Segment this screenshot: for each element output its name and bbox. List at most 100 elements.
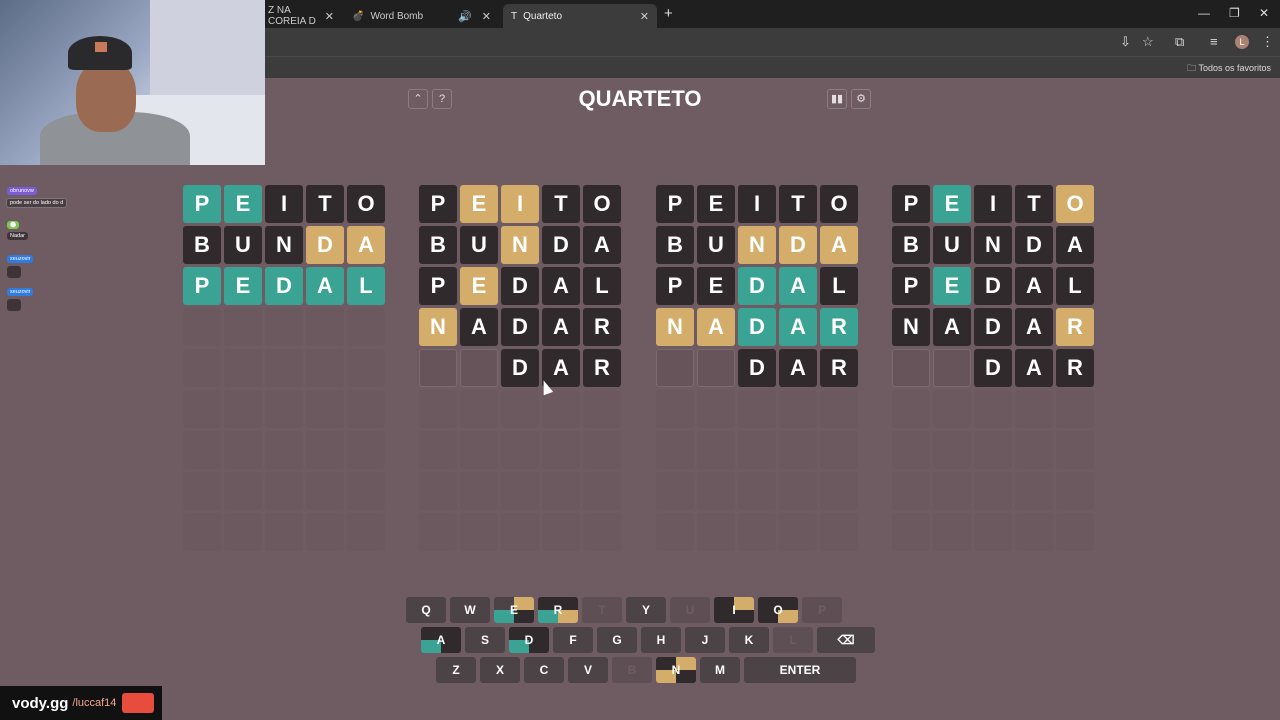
- board-row: [656, 513, 861, 551]
- letter-tile: D: [265, 267, 303, 305]
- all-bookmarks-folder[interactable]: 🗀 Todos os favoritos: [1187, 61, 1271, 77]
- help-button[interactable]: ?: [432, 89, 452, 109]
- letter-tile: T: [1015, 185, 1053, 223]
- key-w[interactable]: W: [450, 597, 490, 623]
- letter-tile: [224, 349, 262, 387]
- letter-tile: E: [460, 267, 498, 305]
- key-j[interactable]: J: [685, 627, 725, 653]
- board-row: [183, 431, 388, 469]
- letter-tile: [347, 308, 385, 346]
- key-o[interactable]: O: [758, 597, 798, 623]
- letter-tile: [306, 513, 344, 551]
- key-p[interactable]: P: [802, 597, 842, 623]
- key-color-quadrant: [714, 597, 734, 610]
- minimize-icon[interactable]: —: [1198, 6, 1210, 20]
- letter-tile: R: [583, 349, 621, 387]
- key-label: E: [509, 603, 518, 617]
- letter-tile: [892, 513, 930, 551]
- letter-tile: D: [501, 349, 539, 387]
- key-a[interactable]: A: [421, 627, 461, 653]
- new-tab-icon[interactable]: +: [664, 5, 673, 22]
- letter-tile: D: [501, 308, 539, 346]
- board-row: [419, 513, 624, 551]
- stats-button[interactable]: ▮▮: [827, 89, 847, 109]
- letter-tile: [265, 349, 303, 387]
- letter-tile: [892, 390, 930, 428]
- letter-tile: [183, 349, 221, 387]
- extensions-icon[interactable]: ⧉: [1175, 34, 1184, 50]
- key-i[interactable]: I: [714, 597, 754, 623]
- key-t[interactable]: T: [582, 597, 622, 623]
- letter-tile: O: [820, 185, 858, 223]
- key-label: A: [436, 633, 446, 647]
- key-f[interactable]: F: [553, 627, 593, 653]
- close-tab-icon[interactable]: ✕: [325, 10, 334, 23]
- letter-tile: [347, 472, 385, 510]
- key-b[interactable]: B: [612, 657, 652, 683]
- letter-tile: [892, 472, 930, 510]
- letter-tile: [460, 513, 498, 551]
- key-h[interactable]: H: [641, 627, 681, 653]
- board-row: NADAR: [656, 308, 861, 346]
- board-1: PEITOBUNDAPEDAL: [183, 185, 388, 554]
- key-c[interactable]: C: [524, 657, 564, 683]
- key-v[interactable]: V: [568, 657, 608, 683]
- key-x[interactable]: X: [480, 657, 520, 683]
- board-row: PEDAL: [656, 267, 861, 305]
- key-z[interactable]: Z: [436, 657, 476, 683]
- key-r[interactable]: R: [538, 597, 578, 623]
- key-label: O: [773, 603, 783, 617]
- letter-tile: [933, 513, 971, 551]
- key-l[interactable]: L: [773, 627, 813, 653]
- letter-tile: P: [892, 267, 930, 305]
- browser-tab-1[interactable]: Z NA COREIA D ✕: [260, 4, 342, 28]
- browser-tab-3[interactable]: T Quarteto ✕: [503, 4, 657, 28]
- letter-tile: [265, 308, 303, 346]
- close-window-icon[interactable]: ✕: [1259, 6, 1269, 20]
- letter-tile: [1015, 472, 1053, 510]
- key-g[interactable]: G: [597, 627, 637, 653]
- key-s[interactable]: S: [465, 627, 505, 653]
- key-e[interactable]: E: [494, 597, 534, 623]
- board-row: [892, 513, 1097, 551]
- up-button[interactable]: ⌃: [408, 89, 428, 109]
- tab-label: Z NA COREIA D: [268, 5, 316, 27]
- key-d[interactable]: D: [509, 627, 549, 653]
- board-row: [656, 390, 861, 428]
- key-label: V: [583, 663, 592, 677]
- key-m[interactable]: M: [700, 657, 740, 683]
- key-n[interactable]: N: [656, 657, 696, 683]
- letter-tile: [583, 431, 621, 469]
- letter-tile: U: [697, 226, 735, 264]
- backspace-key[interactable]: ⌫: [817, 627, 875, 653]
- enter-key[interactable]: ENTER: [744, 657, 856, 683]
- settings-button[interactable]: ⚙: [851, 89, 871, 109]
- restore-icon[interactable]: ❐: [1229, 6, 1240, 20]
- mute-icon[interactable]: 🔊: [458, 10, 472, 23]
- letter-tile: [224, 390, 262, 428]
- letter-tile: E: [697, 185, 735, 223]
- browser-tab-2[interactable]: 💣 Word Bomb 🔊 ✕: [344, 4, 499, 28]
- key-y[interactable]: Y: [626, 597, 666, 623]
- letter-tile: N: [974, 226, 1012, 264]
- install-app-icon[interactable]: ⇩: [1120, 34, 1131, 50]
- letter-tile: P: [656, 185, 694, 223]
- board-row: [892, 472, 1097, 510]
- letter-tile: E: [933, 267, 971, 305]
- key-u[interactable]: U: [670, 597, 710, 623]
- key-label: W: [464, 603, 476, 617]
- key-q[interactable]: Q: [406, 597, 446, 623]
- letter-tile: [224, 431, 262, 469]
- letter-tile: D: [779, 226, 817, 264]
- close-tab-icon[interactable]: ✕: [482, 10, 491, 23]
- key-label: T: [598, 603, 606, 617]
- bookmark-star-icon[interactable]: ☆: [1142, 34, 1154, 50]
- profile-avatar[interactable]: L: [1235, 35, 1249, 49]
- menu-icon[interactable]: ⋮: [1261, 34, 1274, 50]
- close-tab-icon[interactable]: ✕: [640, 10, 649, 23]
- letter-tile: [656, 349, 694, 387]
- board-row: DAR: [656, 349, 861, 387]
- key-k[interactable]: K: [729, 627, 769, 653]
- letter-tile: I: [738, 185, 776, 223]
- reading-list-icon[interactable]: ≡: [1210, 34, 1218, 49]
